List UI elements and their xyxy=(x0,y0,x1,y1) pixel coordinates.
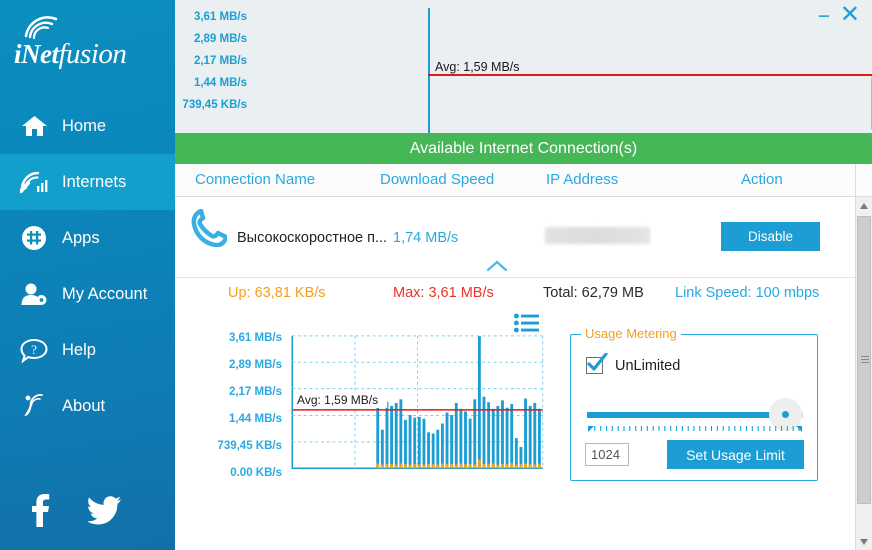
connection-detail-chart: 3,61 MB/s 2,89 MB/s 2,17 MB/s 1,44 MB/s … xyxy=(180,332,555,487)
sidebar: iNetfusion Home Internets Apps My Accoun… xyxy=(0,0,175,550)
header-right-edge xyxy=(855,164,856,197)
scroll-down-icon[interactable] xyxy=(856,533,872,550)
usage-limit-input[interactable] xyxy=(585,443,629,466)
top-chart-average-label: Avg: 1,59 MB/s xyxy=(435,60,520,74)
scrollbar-grip xyxy=(861,356,869,364)
sidebar-item-label: My Account xyxy=(62,284,148,303)
top-overview-chart: 3,61 MB/s 2,89 MB/s 2,17 MB/s 1,44 MB/s … xyxy=(175,0,872,133)
sidebar-item-label: About xyxy=(62,396,106,415)
y-tick-label: 739,45 KB/s xyxy=(217,440,282,452)
logo-net: Net xyxy=(21,39,59,69)
top-chart-plot xyxy=(871,73,872,130)
sidebar-item-label: Apps xyxy=(62,228,100,247)
minimize-icon[interactable]: − xyxy=(818,6,830,27)
column-header-action: Action xyxy=(741,171,783,188)
sidebar-item-my-account[interactable]: My Account xyxy=(0,266,175,322)
usage-limit-slider[interactable] xyxy=(587,398,803,431)
column-header-download-speed: Download Speed xyxy=(380,171,495,188)
logo-text: iNetfusion xyxy=(14,38,127,71)
check-icon xyxy=(587,353,608,371)
y-tick-label: 3,61 MB/s xyxy=(228,332,282,344)
apps-icon xyxy=(10,225,58,251)
info-icon xyxy=(10,393,58,419)
sidebar-item-label: Home xyxy=(62,116,107,135)
sidebar-item-about[interactable]: About xyxy=(0,378,175,434)
sidebar-item-label: Internets xyxy=(62,172,127,191)
y-tick-label: 2,17 MB/s xyxy=(228,386,282,398)
chevron-up-icon[interactable] xyxy=(485,259,509,273)
sidebar-item-apps[interactable]: Apps xyxy=(0,210,175,266)
connection-detail-panel: Высокоскоростное п... 1,74 MB/s Disable … xyxy=(175,197,855,550)
connection-name: Высокоскоростное п... xyxy=(237,230,388,246)
help-icon: ? xyxy=(10,338,58,363)
usage-metering-legend: Usage Metering xyxy=(581,326,681,341)
connection-ip-address xyxy=(545,227,650,244)
column-header-ip-address: IP Address xyxy=(546,171,619,188)
logo-i: i xyxy=(14,39,22,69)
y-tick-label: 1,44 MB/s xyxy=(228,413,282,425)
inetfusion-window: iNetfusion Home Internets Apps My Accoun… xyxy=(0,0,872,550)
banner-title: Available Internet Connection(s) xyxy=(409,139,638,157)
max-stat: Max: 3,61 MB/s xyxy=(393,285,494,301)
connections-table-header: Connection Name Download Speed IP Addres… xyxy=(175,164,872,197)
unlimited-label: UnLimited xyxy=(615,357,681,374)
set-usage-limit-button[interactable]: Set Usage Limit xyxy=(667,440,804,469)
row-divider xyxy=(175,277,855,278)
phone-icon xyxy=(191,208,229,252)
bottom-chart-y-axis: 3,61 MB/s 2,89 MB/s 2,17 MB/s 1,44 MB/s … xyxy=(180,332,282,479)
sidebar-item-label: Help xyxy=(62,340,96,359)
logo-fusion: fusion xyxy=(58,38,127,70)
panel-scrollbar[interactable] xyxy=(855,197,872,550)
scrollbar-thumb[interactable] xyxy=(857,216,871,504)
connection-download-speed: 1,74 MB/s xyxy=(393,230,459,246)
sidebar-item-help[interactable]: ? Help xyxy=(0,322,175,378)
user-gear-icon xyxy=(10,282,58,307)
slider-fill xyxy=(587,412,785,418)
scroll-up-icon[interactable] xyxy=(856,197,872,214)
column-header-connection-name: Connection Name xyxy=(195,171,316,188)
link-speed-stat: Link Speed: 100 mbps xyxy=(675,285,820,301)
connection-stats: Up: 63,81 KB/s Max: 3,61 MB/s Total: 62,… xyxy=(175,285,855,309)
svg-text:Avg: 1,59 MB/s: Avg: 1,59 MB/s xyxy=(297,393,378,407)
app-logo: iNetfusion xyxy=(8,8,168,86)
y-tick-label: 0.00 KB/s xyxy=(230,467,282,479)
svg-text:?: ? xyxy=(31,342,37,357)
top-chart-average-line xyxy=(428,74,872,76)
close-icon[interactable]: ✕ xyxy=(840,3,860,27)
unlimited-checkbox[interactable] xyxy=(586,353,608,374)
facebook-icon[interactable] xyxy=(30,493,52,532)
sidebar-item-internets[interactable]: Internets xyxy=(0,154,175,210)
bottom-chart-plot: Avg: 1,59 MB/s xyxy=(291,335,544,470)
home-icon xyxy=(10,114,58,138)
table-row[interactable]: Высокоскоростное п... 1,74 MB/s Disable xyxy=(175,197,855,257)
social-links xyxy=(0,484,175,540)
upload-stat: Up: 63,81 KB/s xyxy=(228,285,326,301)
usage-metering-panel: Usage Metering UnLimited Set Usage Limit xyxy=(570,326,818,481)
available-connections-banner: Available Internet Connection(s) xyxy=(175,133,872,164)
twitter-icon[interactable] xyxy=(87,495,122,530)
sidebar-item-home[interactable]: Home xyxy=(0,98,175,154)
unlimited-checkbox-row[interactable]: UnLimited xyxy=(586,353,681,374)
slider-tick-marks xyxy=(588,426,802,432)
total-stat: Total: 62,79 MB xyxy=(543,285,644,301)
wifi-icon xyxy=(10,170,58,194)
y-tick-label: 2,89 MB/s xyxy=(228,359,282,371)
top-chart-axis-line xyxy=(428,8,430,133)
disable-button[interactable]: Disable xyxy=(721,222,820,251)
